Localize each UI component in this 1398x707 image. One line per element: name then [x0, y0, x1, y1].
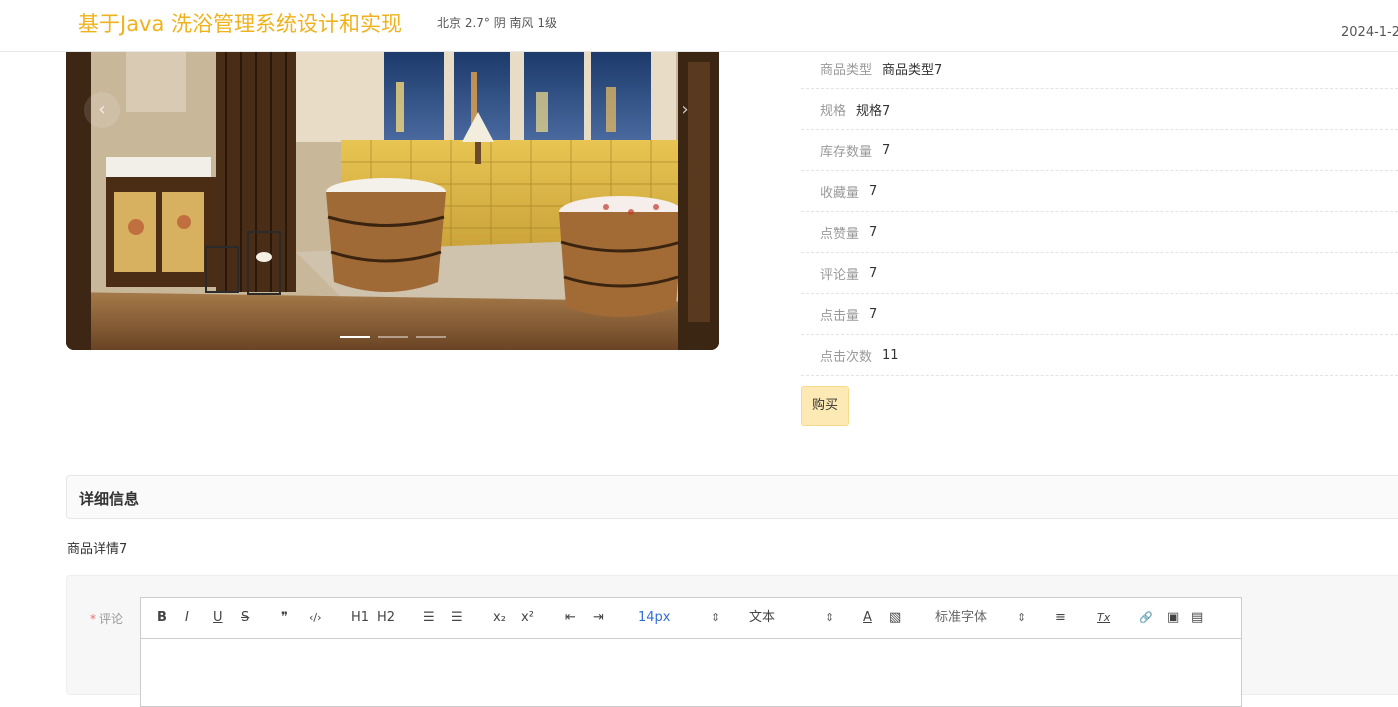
editor-content-area[interactable] [141, 639, 1241, 707]
header-select[interactable]: 文本 [749, 609, 775, 627]
detail-value: 商品类型7 [882, 62, 943, 78]
outdent-button[interactable]: ⇤ [565, 609, 576, 627]
font-family-select[interactable]: 标准字体 [935, 609, 987, 627]
detail-value: 7 [869, 224, 878, 240]
comment-form: * 评论 B I U S ❞ ‹/› H1 H2 ☰ ☰ x₂ x² ⇤ ⇥ 14… [66, 575, 1398, 707]
font-size-select[interactable]: 14px [638, 609, 671, 627]
weather-info: 北京 2.7° 阴 南风 1级 [437, 16, 557, 30]
bold-button[interactable]: B [157, 609, 167, 627]
product-detail-list: 商品类型 商品类型7 规格 规格7 库存数量 7 收藏量 7 点赞量 7 评论量… [801, 48, 1398, 376]
detail-label: 商品类型 [820, 62, 873, 78]
subscript-button[interactable]: x₂ [493, 609, 506, 627]
detail-info-title: 详细信息 [79, 490, 140, 508]
bullet-list-button[interactable]: ☰ [451, 609, 463, 627]
clean-format-button[interactable]: Tx [1097, 609, 1110, 627]
detail-row-favorites: 收藏量 7 [801, 171, 1398, 212]
superscript-button[interactable]: x² [521, 609, 534, 627]
carousel-indicators [340, 336, 446, 338]
detail-value: 7 [869, 265, 878, 281]
product-image-carousel[interactable]: ‹ › [66, 52, 719, 350]
select-arrow-icon: ⇕ [711, 611, 721, 624]
comment-label-text: 评论 [99, 612, 124, 626]
text-color-button[interactable]: A [863, 609, 872, 627]
product-detail-content: 商品详情7 [67, 542, 128, 557]
detail-row-clicks: 点击量 7 [801, 294, 1398, 335]
current-date: 2024-1-2 [1341, 25, 1398, 40]
detail-label: 规格 [820, 103, 847, 119]
carousel-indicator[interactable] [378, 336, 408, 338]
detail-row-spec: 规格 规格7 [801, 89, 1398, 130]
bathroom-product-image [66, 52, 719, 350]
detail-label: 点击量 [820, 308, 860, 324]
detail-value: 7 [869, 306, 878, 322]
blockquote-button[interactable]: ❞ [281, 609, 288, 627]
comment-label: * 评论 [90, 610, 123, 627]
carousel-next-button[interactable]: › [667, 92, 703, 128]
top-header: 基于Java 洗浴管理系统设计和实现 北京 2.7° 阴 南风 1级 2024-… [0, 0, 1398, 52]
detail-row-likes: 点赞量 7 [801, 212, 1398, 253]
detail-value: 7 [869, 183, 878, 199]
detail-info-panel: 详细信息 [66, 475, 1398, 519]
detail-row-stock: 库存数量 7 [801, 130, 1398, 171]
detail-row-click-times: 点击次数 11 [801, 335, 1398, 376]
buy-button[interactable]: 购买 [801, 386, 849, 426]
detail-label: 点赞量 [820, 226, 860, 242]
background-color-button[interactable]: ▧ [889, 609, 901, 627]
header2-button[interactable]: H2 [377, 609, 395, 627]
detail-label: 库存数量 [820, 144, 873, 160]
image-button[interactable]: ▣ [1167, 609, 1179, 627]
strike-button[interactable]: S [241, 609, 249, 627]
align-button[interactable]: ≡ [1055, 609, 1066, 627]
select-arrow-icon: ⇕ [1017, 611, 1027, 624]
detail-row-comments: 评论量 7 [801, 253, 1398, 294]
ordered-list-button[interactable]: ☰ [423, 609, 435, 627]
detail-label: 收藏量 [820, 185, 860, 201]
site-title: 基于Java 洗浴管理系统设计和实现 [78, 12, 403, 36]
rich-text-editor[interactable]: B I U S ❞ ‹/› H1 H2 ☰ ☰ x₂ x² ⇤ ⇥ 14px ⇕… [140, 597, 1242, 707]
editor-toolbar: B I U S ❞ ‹/› H1 H2 ☰ ☰ x₂ x² ⇤ ⇥ 14px ⇕… [141, 598, 1241, 639]
detail-label: 点击次数 [820, 349, 873, 365]
carousel-prev-button[interactable]: ‹ [84, 92, 120, 128]
italic-button[interactable]: I [185, 609, 189, 627]
detail-label: 评论量 [820, 267, 860, 283]
detail-row-type: 商品类型 商品类型7 [801, 48, 1398, 89]
detail-value: 11 [882, 347, 899, 363]
detail-value: 规格7 [856, 103, 891, 119]
indent-button[interactable]: ⇥ [593, 609, 604, 627]
code-block-button[interactable]: ‹/› [309, 609, 322, 627]
required-mark: * [90, 612, 96, 626]
carousel-indicator[interactable] [340, 336, 370, 338]
carousel-indicator[interactable] [416, 336, 446, 338]
header1-button[interactable]: H1 [351, 609, 369, 627]
select-arrow-icon: ⇕ [825, 611, 835, 624]
video-button[interactable]: ▤ [1191, 609, 1203, 627]
detail-value: 7 [882, 142, 891, 158]
link-button[interactable]: 🔗 [1139, 609, 1153, 627]
underline-button[interactable]: U [213, 609, 223, 627]
